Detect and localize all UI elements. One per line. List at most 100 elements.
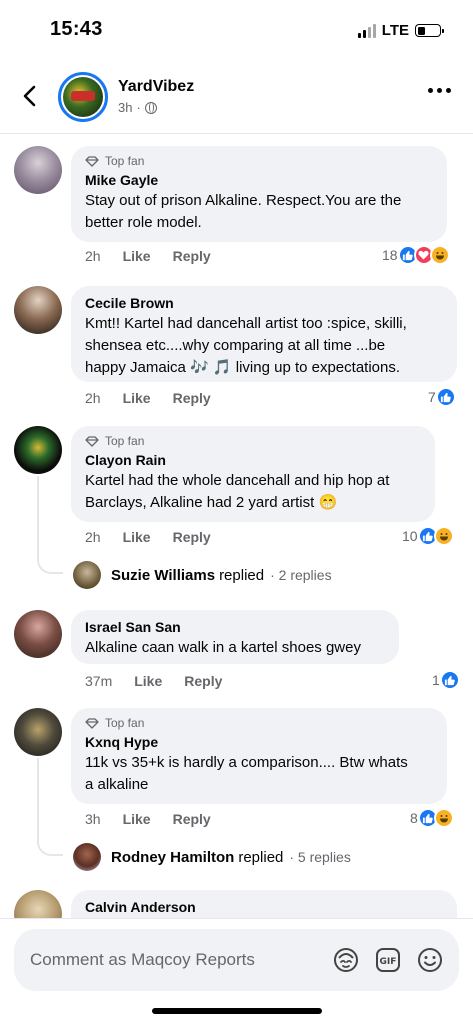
- comment-bubble: Top fan Mike Gayle Stay out of prison Al…: [71, 146, 447, 242]
- reply-avatar: [73, 843, 101, 871]
- like-reaction-icon: [435, 387, 456, 407]
- like-button[interactable]: Like: [123, 390, 151, 406]
- comment-actions: 3h Like Reply: [85, 811, 211, 827]
- like-button[interactable]: Like: [123, 248, 151, 264]
- comment-actions: 2h Like Reply: [85, 529, 211, 545]
- comment-bubble: Cecile Brown Kmt!! Kartel had dancehall …: [71, 286, 457, 382]
- reaction-summary[interactable]: 7: [428, 387, 456, 407]
- diamond-icon: [85, 435, 99, 447]
- reply-count: · 5 replies: [289, 849, 351, 865]
- avatar[interactable]: [14, 708, 62, 756]
- status-indicators: LTE: [357, 22, 444, 39]
- top-fan-badge: Top fan: [85, 154, 433, 168]
- emoji-icon[interactable]: [415, 945, 445, 975]
- composer-icons: GIF: [331, 945, 445, 975]
- comment-text-line: 11k vs 35+k is hardly a comparison.... B…: [85, 754, 408, 771]
- reaction-summary[interactable]: 18: [382, 245, 450, 265]
- home-indicator: [152, 1008, 322, 1014]
- avatar[interactable]: [14, 610, 62, 658]
- view-replies[interactable]: Rodney Hamilton replied · 5 replies: [73, 843, 351, 871]
- network-label: LTE: [381, 22, 409, 39]
- status-bar: 15:43 LTE: [0, 0, 473, 62]
- meta-separator: ·: [136, 100, 141, 115]
- reaction-count: 10: [402, 528, 418, 544]
- post-time: 3h: [118, 100, 133, 115]
- reply-button[interactable]: Reply: [173, 529, 211, 545]
- reply-button[interactable]: Reply: [173, 390, 211, 406]
- reply-author: Suzie Williams: [111, 566, 216, 584]
- comment-text-line: better role model.: [85, 214, 202, 231]
- comment-bubble: Israel San San Alkaline caan walk in a k…: [71, 610, 399, 664]
- comment-text-line: shensea etc....why comparing at all time…: [85, 337, 386, 354]
- like-reaction-icon: [439, 670, 460, 690]
- comment-actions: 2h Like Reply: [85, 390, 211, 406]
- reply-thread-line: [37, 758, 63, 856]
- top-fan-badge: Top fan: [85, 434, 421, 448]
- gif-label: GIF: [380, 957, 397, 967]
- page-logo: [63, 77, 103, 117]
- comment-input[interactable]: Comment as Maqcoy Reports GIF: [14, 929, 459, 991]
- more-options-icon[interactable]: [428, 88, 451, 93]
- gif-icon[interactable]: GIF: [373, 945, 403, 975]
- comment-time: 2h: [85, 390, 101, 406]
- comment-author[interactable]: Mike Gayle: [85, 171, 433, 190]
- comment-text-line: Stay out of prison Alkaline. Respect.You…: [85, 192, 402, 209]
- like-button[interactable]: Like: [134, 673, 162, 689]
- comment-bubble: Top fan Clayon Rain Kartel had the whole…: [71, 426, 435, 522]
- reply-author: Rodney Hamilton: [111, 848, 235, 866]
- comment-actions: 37m Like Reply: [85, 673, 222, 689]
- like-button[interactable]: Like: [123, 811, 151, 827]
- reply-button[interactable]: Reply: [173, 811, 211, 827]
- view-replies[interactable]: Suzie Williams replied · 2 replies: [73, 561, 332, 589]
- reaction-summary[interactable]: 10: [402, 526, 454, 546]
- page-avatar[interactable]: [58, 72, 108, 122]
- comment-time: 2h: [85, 529, 101, 545]
- comment-text-line: a alkaline: [85, 776, 149, 793]
- comment-text-line: Kmt!! Kartel had dancehall artist too :s…: [85, 315, 407, 332]
- battery-icon: [415, 24, 444, 37]
- avatar[interactable]: [14, 146, 62, 194]
- post-meta: 3h ·: [118, 100, 157, 115]
- reply-verb: replied: [238, 848, 284, 866]
- status-time: 15:43: [50, 18, 103, 40]
- reaction-count: 7: [428, 389, 436, 405]
- like-button[interactable]: Like: [123, 529, 151, 545]
- diamond-icon: [85, 717, 99, 729]
- reply-button[interactable]: Reply: [184, 673, 222, 689]
- page-name[interactable]: YardVibez: [118, 78, 194, 96]
- haha-reaction-icon: [433, 808, 454, 828]
- haha-reaction-icon: [429, 245, 450, 265]
- diamond-icon: [85, 155, 99, 167]
- comment-time: 37m: [85, 673, 113, 689]
- battery-fill: [417, 26, 425, 35]
- comment-placeholder: Comment as Maqcoy Reports: [30, 950, 255, 969]
- haha-reaction-icon: [433, 526, 454, 546]
- reply-button[interactable]: Reply: [173, 248, 211, 264]
- comment-actions: 2h Like Reply: [85, 248, 211, 264]
- back-icon[interactable]: [16, 82, 44, 110]
- comment-time: 3h: [85, 811, 101, 827]
- comment-text-line: Barclays, Alkaline had 2 yard artist 😁: [85, 494, 338, 511]
- reaction-summary[interactable]: 1: [432, 670, 460, 690]
- signal-icon: [357, 23, 376, 38]
- reaction-summary[interactable]: 8: [410, 808, 454, 828]
- comment-author[interactable]: Cecile Brown: [85, 294, 443, 313]
- avatar[interactable]: [14, 426, 62, 474]
- comment-text-line: Kartel had the whole dancehall and hip h…: [85, 472, 390, 489]
- comment-time: 2h: [85, 248, 101, 264]
- reaction-count: 1: [432, 672, 440, 688]
- reply-avatar: [73, 561, 101, 589]
- comment-author[interactable]: Clayon Rain: [85, 451, 421, 470]
- avatar-sticker-icon[interactable]: [331, 945, 361, 975]
- reaction-count: 8: [410, 810, 418, 826]
- reply-count: · 2 replies: [270, 567, 332, 583]
- comment-author[interactable]: Calvin Anderson: [85, 898, 443, 917]
- comment-bubble: Top fan Kxnq Hype 11k vs 35+k is hardly …: [71, 708, 447, 804]
- avatar[interactable]: [14, 286, 62, 334]
- comment-text-line: happy Jamaica 🎶 🎵 living up to expectati…: [85, 359, 401, 376]
- comment-author[interactable]: Kxnq Hype: [85, 733, 433, 752]
- reply-verb: replied: [219, 566, 265, 584]
- comment-author[interactable]: Israel San San: [85, 618, 385, 637]
- globe-icon: [144, 101, 157, 114]
- post-header: YardVibez 3h ·: [0, 62, 473, 134]
